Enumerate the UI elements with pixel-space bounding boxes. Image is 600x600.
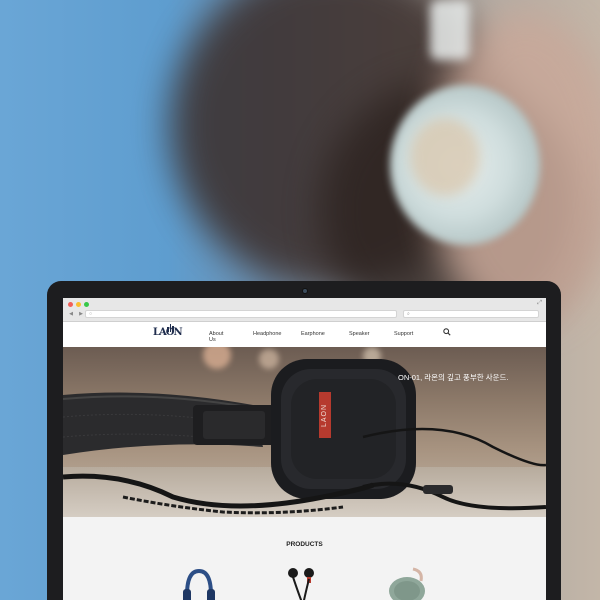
site-header: LAON About Us Headphone Earphone Speaker… — [63, 322, 546, 347]
fullscreen-icon[interactable]: ⤢ — [537, 300, 542, 307]
nav-about-us[interactable]: About Us — [209, 331, 223, 343]
products-title: PRODUCTS — [286, 541, 323, 548]
laptop-frame: ◀ ▶ ○ ⌕ ⤢ LAON About Us Headphone Earpho… — [47, 281, 561, 600]
search-icon: ⌕ — [407, 311, 410, 317]
browser-window: ◀ ▶ ○ ⌕ ⤢ LAON About Us Headphone Earpho… — [63, 298, 546, 600]
webcam — [302, 288, 308, 294]
earphone-product-icon[interactable] — [283, 565, 323, 600]
logo-bars-icon — [167, 324, 174, 332]
forward-icon[interactable]: ▶ — [77, 311, 85, 318]
speaker-product-icon[interactable] — [385, 565, 429, 600]
browser-search-field[interactable]: ⌕ — [403, 310, 539, 318]
browser-chrome: ◀ ▶ ○ ⌕ ⤢ — [63, 298, 546, 322]
minimize-window-button[interactable] — [76, 302, 81, 307]
hero-tagline: ON-01, 라온의 깊고 풍부한 사운드. — [398, 373, 509, 382]
nav-headphone[interactable]: Headphone — [253, 331, 281, 337]
close-window-button[interactable] — [68, 302, 73, 307]
nav-support[interactable]: Support — [394, 331, 413, 337]
page-icon: ○ — [89, 311, 93, 317]
search-icon[interactable] — [443, 328, 451, 336]
hero-banner[interactable]: LAON ON-01, 라온의 깊고 풍부한 사운드. — [63, 347, 546, 517]
nav-speaker[interactable]: Speaker — [349, 331, 370, 337]
nav-earphone[interactable]: Earphone — [301, 331, 325, 337]
maximize-window-button[interactable] — [84, 302, 89, 307]
product-badge-label: LAON — [321, 403, 329, 427]
products-section: PRODUCTS — [63, 517, 546, 600]
back-icon[interactable]: ◀ — [67, 311, 75, 318]
headphone-product-icon[interactable] — [179, 565, 219, 600]
address-bar[interactable]: ○ — [85, 310, 397, 318]
